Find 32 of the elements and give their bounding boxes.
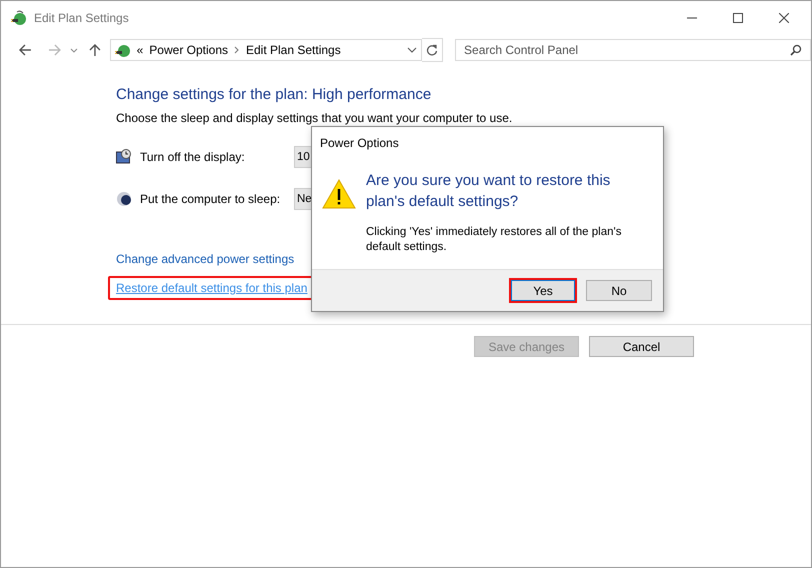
description-text: Choose the sleep and display settings that you want your computer to use. xyxy=(116,111,514,125)
chevron-right-icon[interactable] xyxy=(234,46,240,54)
warning-icon xyxy=(322,179,356,209)
setting-label: Put the computer to sleep: xyxy=(140,192,282,206)
dialog-button[interactable]: Cancel xyxy=(589,336,694,357)
back-arrow-icon[interactable] xyxy=(18,43,32,57)
close-icon[interactable] xyxy=(779,13,789,23)
window-title: Edit Plan Settings xyxy=(34,11,129,25)
breadcrumb-item[interactable]: Edit Plan Settings xyxy=(246,43,341,57)
dialog-question: Are you sure you want to restore this plan's default settings? xyxy=(366,171,612,212)
power-plan-icon xyxy=(114,42,131,58)
address-bar[interactable]: « Power Options Edit Plan Settings xyxy=(110,39,422,61)
chevron-down-icon[interactable] xyxy=(407,46,418,54)
moon-icon xyxy=(116,191,132,207)
monitor-clock-icon xyxy=(116,149,132,165)
dialog-button[interactable]: No xyxy=(586,280,652,301)
search-icon xyxy=(790,44,802,56)
chevron-down-icon[interactable] xyxy=(70,46,78,54)
link[interactable]: Change advanced power settings xyxy=(108,247,302,271)
dialog-message: Clicking 'Yes' immediately restores all of the plan's default settings. xyxy=(366,225,622,255)
setting-label: Turn off the display: xyxy=(140,150,246,164)
dialog-button[interactable]: Yes xyxy=(509,278,577,303)
breadcrumb-item[interactable]: Power Options xyxy=(149,43,228,57)
dialog-title: Power Options xyxy=(319,135,400,152)
power-plan-icon xyxy=(11,10,27,26)
refresh-icon xyxy=(426,44,438,56)
maximize-icon[interactable] xyxy=(733,13,743,23)
up-arrow-icon[interactable] xyxy=(88,43,102,57)
page-heading: Change settings for the plan: High performance xyxy=(116,86,432,103)
search-field[interactable]: Search Control Panel xyxy=(455,39,811,61)
refresh-button[interactable] xyxy=(422,38,444,62)
breadcrumb-overflow[interactable]: « xyxy=(136,43,144,57)
